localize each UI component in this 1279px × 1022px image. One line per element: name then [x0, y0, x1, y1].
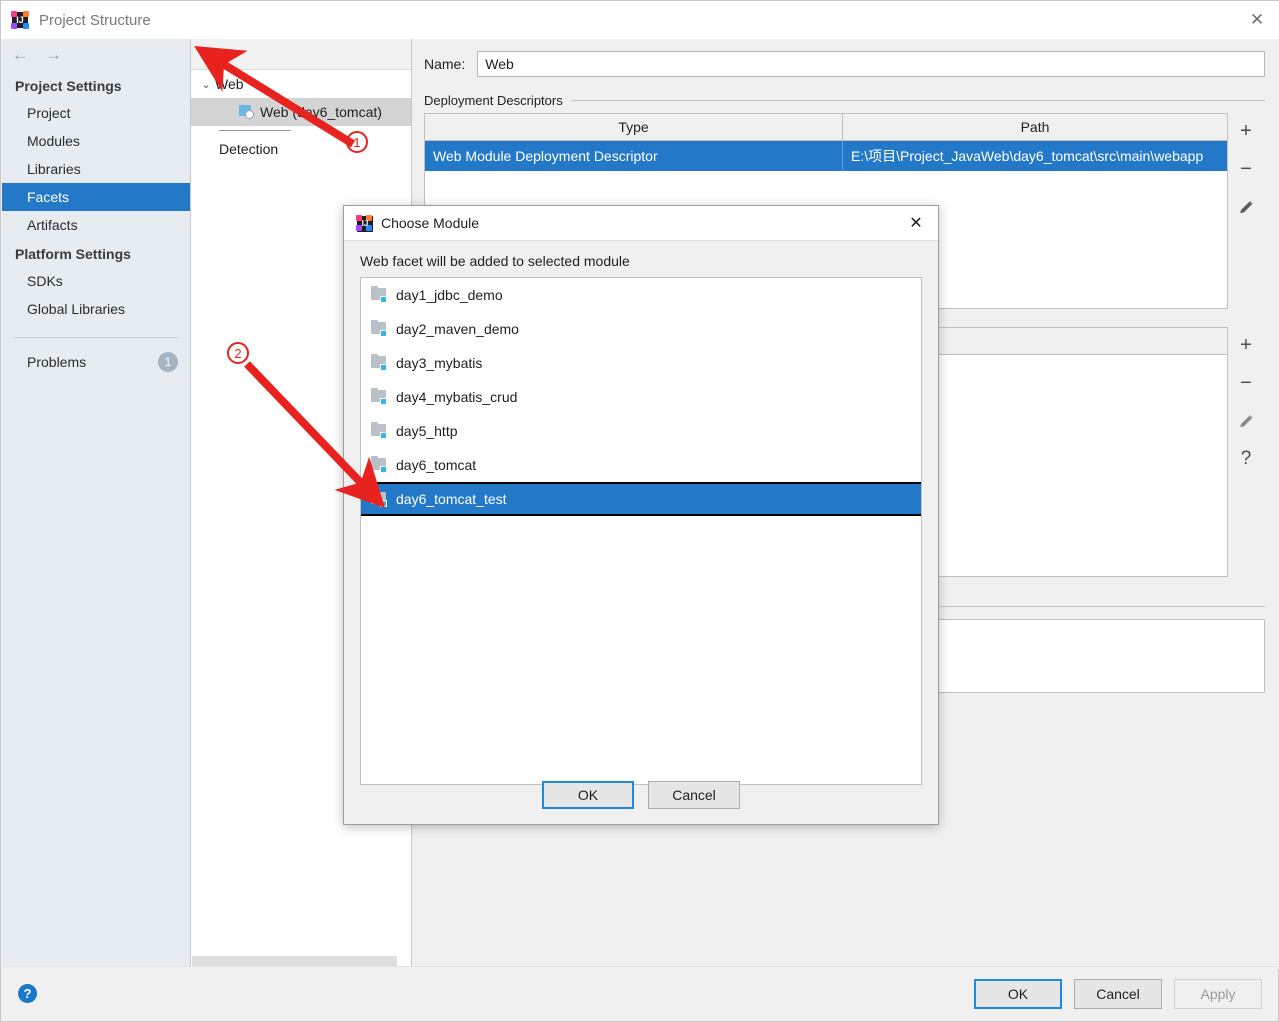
column-header-path: Path — [1020, 119, 1050, 135]
dialog-title: Choose Module — [381, 215, 480, 231]
intellij-idea-icon: IJ — [11, 11, 29, 29]
sidebar-nav-arrows: ← → — [2, 39, 190, 71]
module-label: day1_jdbc_demo — [396, 287, 503, 303]
dialog-bottom-bar: ? OK Cancel Apply — [2, 966, 1278, 1020]
dialog-cancel-button[interactable]: Cancel — [648, 781, 740, 809]
facet-name-input[interactable] — [477, 51, 1265, 77]
sidebar-item-sdks[interactable]: SDKs — [2, 267, 190, 295]
list-item[interactable]: day5_http — [361, 414, 921, 448]
edit-resource-dir-button[interactable] — [1234, 408, 1258, 434]
list-item[interactable]: day4_mybatis_crud — [361, 380, 921, 414]
list-item[interactable]: day6_tomcat — [361, 448, 921, 482]
dialog-ok-button[interactable]: OK — [542, 781, 634, 809]
tree-node-detection[interactable]: Detection — [191, 135, 411, 163]
window-title: Project Structure — [39, 11, 151, 29]
dialog-buttons: OK Cancel — [344, 766, 938, 824]
sidebar-item-modules[interactable]: Modules — [2, 127, 190, 155]
sidebar-group-project-settings: Project Settings — [15, 78, 122, 94]
sidebar-item-global-libraries[interactable]: Global Libraries — [2, 295, 190, 323]
cancel-button[interactable]: Cancel — [1074, 978, 1162, 1009]
dialog-subtitle: Web facet will be added to selected modu… — [360, 253, 630, 269]
ok-button[interactable]: OK — [974, 978, 1062, 1009]
problems-label: Problems — [27, 354, 87, 370]
apply-button: Apply — [1174, 978, 1262, 1009]
forward-arrow-icon[interactable]: → — [45, 45, 62, 65]
choose-module-dialog: IJ Choose Module ✕ Web facet will be add… — [343, 205, 939, 825]
module-folder-icon — [371, 388, 387, 405]
module-label: day6_tomcat_test — [396, 491, 507, 507]
module-folder-icon — [371, 456, 387, 473]
facets-tree-toolbar: + − — [191, 39, 411, 70]
help-icon[interactable]: ? — [18, 984, 37, 1003]
back-arrow-icon[interactable]: ← — [12, 45, 29, 65]
module-label: day2_maven_demo — [396, 321, 519, 337]
module-folder-icon — [371, 490, 387, 507]
module-label: day5_http — [396, 423, 458, 439]
deployment-descriptors-toolbar: + − — [1228, 113, 1265, 309]
list-item[interactable]: day3_mybatis — [361, 346, 921, 380]
name-label: Name: — [424, 56, 466, 72]
sidebar-item-facets[interactable]: Facets — [2, 183, 190, 211]
project-structure-window: IJ Project Structure ✕ ← → Project Setti… — [0, 0, 1279, 1022]
add-descriptor-button[interactable]: + — [1234, 118, 1258, 144]
module-label: day3_mybatis — [396, 355, 483, 371]
deployment-descriptors-header: Deployment Descriptors — [424, 93, 1265, 108]
tree-divider — [219, 130, 291, 131]
module-folder-icon — [371, 422, 387, 439]
dialog-close-icon[interactable]: ✕ — [894, 206, 938, 240]
problems-count-badge: 1 — [158, 352, 178, 372]
detection-label: Detection — [219, 141, 279, 157]
module-folder-icon — [371, 354, 387, 371]
group-divider — [570, 100, 1265, 101]
add-facet-button[interactable]: + — [204, 44, 216, 64]
close-icon[interactable]: ✕ — [1234, 1, 1279, 39]
remove-descriptor-button[interactable]: − — [1234, 156, 1258, 182]
list-item[interactable]: day1_jdbc_demo — [361, 278, 921, 312]
sidebar-item-artifacts[interactable]: Artifacts — [2, 211, 190, 239]
sidebar-item-project[interactable]: Project — [2, 99, 190, 127]
window-title-bar: IJ Project Structure ✕ — [1, 1, 1279, 39]
tree-node-label: Web — [215, 76, 244, 92]
tree-node-web-day6-tomcat[interactable]: Web (day6_tomcat) — [191, 98, 411, 126]
resource-dir-help-button[interactable]: ? — [1234, 446, 1258, 472]
list-item-selected[interactable]: day6_tomcat_test — [361, 482, 921, 516]
table-row[interactable]: Web Module Deployment Descriptor E:\项目\P… — [425, 141, 1227, 171]
module-folder-icon — [371, 320, 387, 337]
module-folder-icon — [371, 286, 387, 303]
web-resource-directories-toolbar: + − ? — [1228, 327, 1265, 577]
edit-descriptor-button[interactable] — [1234, 194, 1258, 220]
sidebar-group-platform-settings: Platform Settings — [15, 246, 131, 262]
cell-path: E:\项目\Project_JavaWeb\day6_tomcat\src\ma… — [851, 148, 1204, 164]
table-header-row: Type Path — [425, 114, 1227, 141]
tree-node-web-group[interactable]: ⌄ Web — [191, 70, 411, 98]
module-label: day6_tomcat — [396, 457, 477, 473]
intellij-idea-icon: IJ — [356, 215, 373, 232]
add-resource-dir-button[interactable]: + — [1234, 332, 1258, 358]
remove-facet-button[interactable]: − — [232, 44, 244, 64]
sidebar-item-libraries[interactable]: Libraries — [2, 155, 190, 183]
sidebar-divider — [14, 337, 178, 338]
deployment-descriptors-title: Deployment Descriptors — [424, 93, 563, 108]
tree-node-label: Web (day6_tomcat) — [260, 104, 382, 120]
module-list: day1_jdbc_demo day2_maven_demo day3_myba… — [360, 277, 922, 785]
module-label: day4_mybatis_crud — [396, 389, 518, 405]
column-header-type: Type — [425, 114, 843, 140]
sidebar-item-problems[interactable]: Problems 1 — [2, 346, 190, 378]
remove-resource-dir-button[interactable]: − — [1234, 370, 1258, 396]
facet-name-row: Name: — [412, 39, 1279, 77]
list-item[interactable]: day2_maven_demo — [361, 312, 921, 346]
cell-type: Web Module Deployment Descriptor — [425, 141, 843, 171]
settings-sidebar: ← → Project Settings Project Modules Lib… — [2, 39, 190, 969]
dialog-title-bar: IJ Choose Module ✕ — [344, 206, 938, 241]
bottom-bar-buttons: OK Cancel Apply — [974, 978, 1262, 1009]
web-facet-icon — [239, 105, 254, 119]
chevron-down-icon: ⌄ — [201, 78, 211, 91]
